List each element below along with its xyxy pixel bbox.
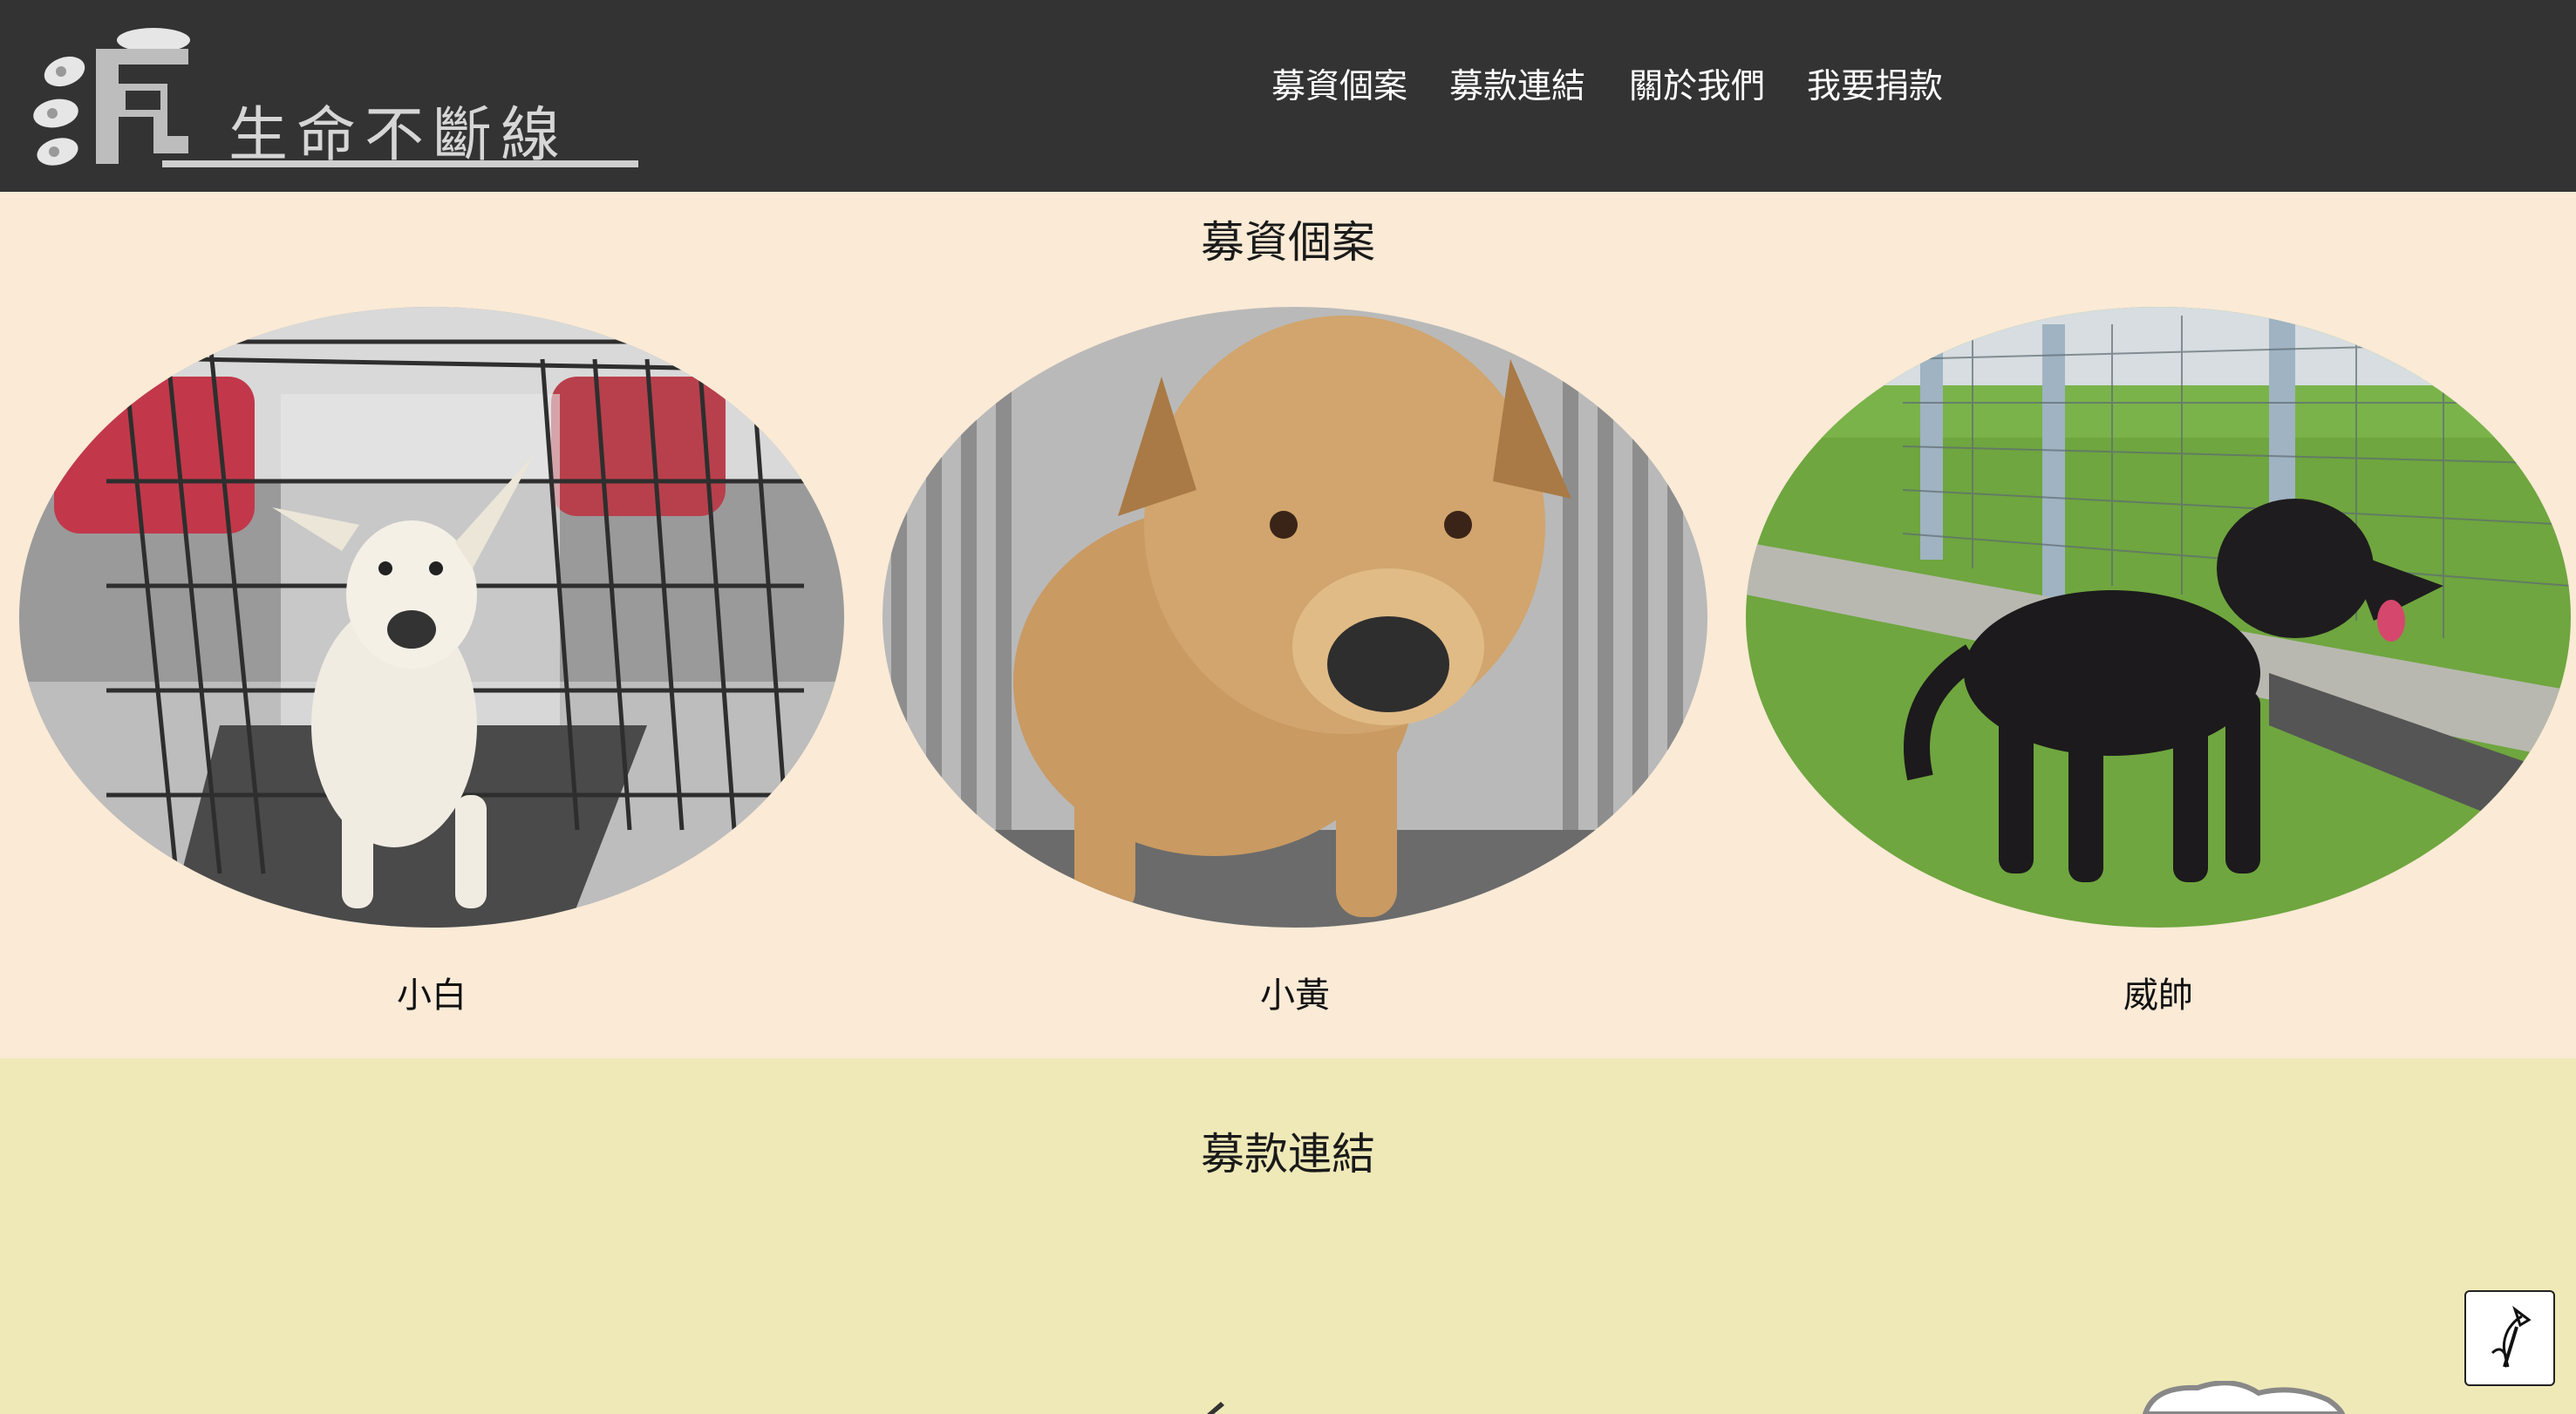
tan-dog-photo <box>883 307 1707 928</box>
partial-arrow-icon <box>1207 1402 1224 1414</box>
case-photo-weishuai[interactable] <box>1746 307 2571 928</box>
nav-donate[interactable]: 我要捐款 <box>1807 65 1943 110</box>
site-header: 生命不斷線 募資個案 募款連結 關於我們 我要捐款 <box>0 0 2576 192</box>
cases-section: 募資個案 小白 小黃 威帥 <box>0 192 2576 1058</box>
white-dog-photo <box>19 307 844 928</box>
nav-cases[interactable]: 募資個案 <box>1271 65 1407 110</box>
nav-donation-links[interactable]: 募款連結 <box>1449 65 1585 110</box>
case-name-xiaobai: 小白 <box>397 976 467 1016</box>
case-name-xiaohuang: 小黃 <box>1260 976 1330 1016</box>
black-dog-photo <box>1746 307 2571 928</box>
donation-links-title: 募款連結 <box>1201 1129 1375 1179</box>
back-to-top-button[interactable] <box>2464 1290 2555 1386</box>
case-name-weishuai: 威帥 <box>2123 976 2193 1016</box>
cases-title: 募資個案 <box>1201 217 1375 268</box>
case-photo-xiaohuang[interactable] <box>883 307 1707 928</box>
case-photo-xiaobai[interactable] <box>19 307 844 928</box>
logo-text: 生命不斷線 <box>228 101 569 170</box>
donation-links-section: 募款連結 <box>0 1058 2576 1414</box>
site-logo[interactable]: 生命不斷線 <box>23 23 644 171</box>
partial-cloud-icon <box>2142 1381 2346 1414</box>
nav-about-us[interactable]: 關於我們 <box>1629 65 1765 110</box>
curved-up-arrow-icon <box>2491 1305 2532 1368</box>
